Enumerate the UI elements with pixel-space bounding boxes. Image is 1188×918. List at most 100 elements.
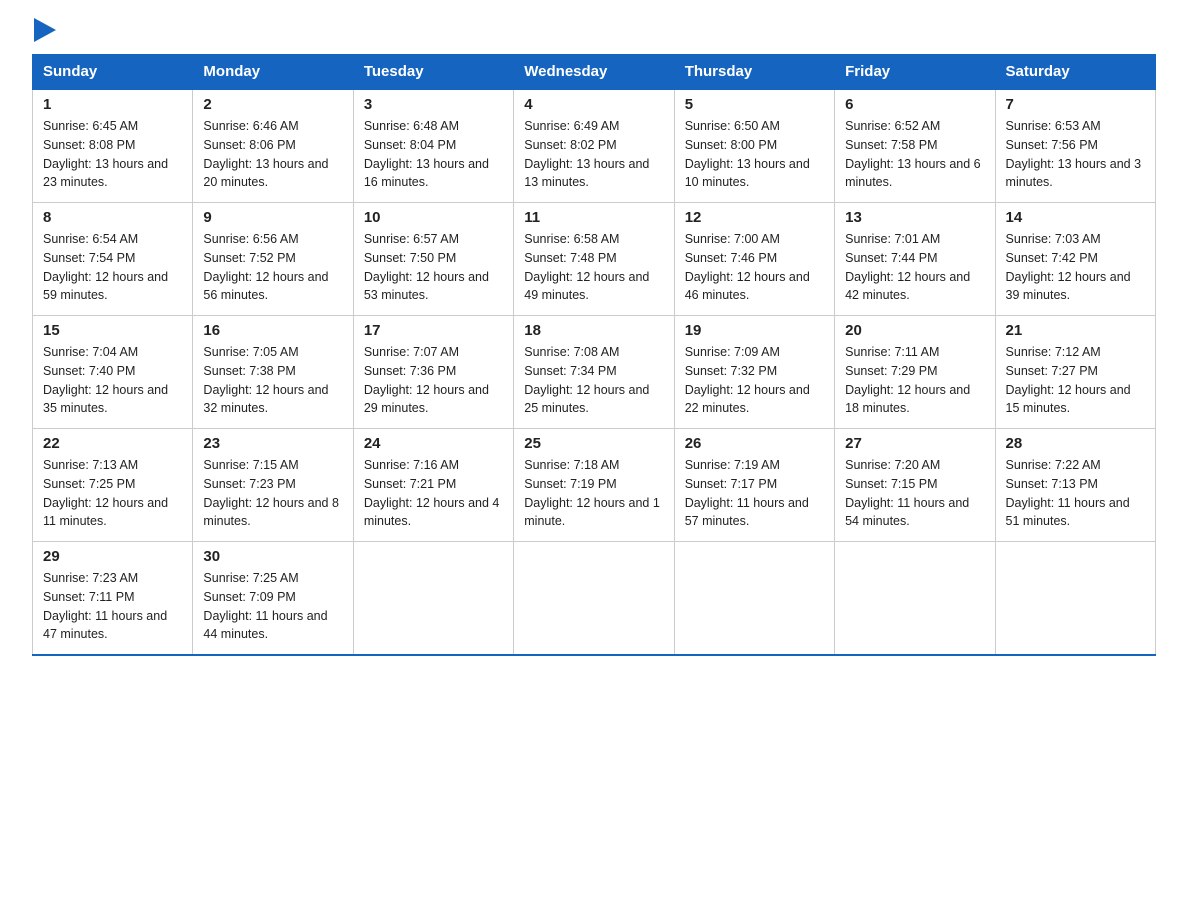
calendar-cell	[514, 542, 674, 656]
day-number: 15	[43, 322, 182, 339]
calendar-cell: 19 Sunrise: 7:09 AM Sunset: 7:32 PM Dayl…	[674, 316, 834, 429]
day-number: 2	[203, 96, 342, 113]
day-info: Sunrise: 6:53 AM Sunset: 7:56 PM Dayligh…	[1006, 117, 1145, 192]
week-row-2: 8 Sunrise: 6:54 AM Sunset: 7:54 PM Dayli…	[33, 203, 1156, 316]
day-info: Sunrise: 6:52 AM Sunset: 7:58 PM Dayligh…	[845, 117, 984, 192]
day-number: 8	[43, 209, 182, 226]
day-info: Sunrise: 7:01 AM Sunset: 7:44 PM Dayligh…	[845, 230, 984, 305]
day-number: 5	[685, 96, 824, 113]
day-info: Sunrise: 6:54 AM Sunset: 7:54 PM Dayligh…	[43, 230, 182, 305]
header-saturday: Saturday	[995, 55, 1155, 90]
day-info: Sunrise: 6:48 AM Sunset: 8:04 PM Dayligh…	[364, 117, 503, 192]
header-friday: Friday	[835, 55, 995, 90]
day-info: Sunrise: 6:58 AM Sunset: 7:48 PM Dayligh…	[524, 230, 663, 305]
day-info: Sunrise: 6:46 AM Sunset: 8:06 PM Dayligh…	[203, 117, 342, 192]
week-row-5: 29 Sunrise: 7:23 AM Sunset: 7:11 PM Dayl…	[33, 542, 1156, 656]
day-info: Sunrise: 6:45 AM Sunset: 8:08 PM Dayligh…	[43, 117, 182, 192]
day-number: 11	[524, 209, 663, 226]
calendar-cell: 17 Sunrise: 7:07 AM Sunset: 7:36 PM Dayl…	[353, 316, 513, 429]
calendar-table: SundayMondayTuesdayWednesdayThursdayFrid…	[32, 54, 1156, 656]
day-info: Sunrise: 7:15 AM Sunset: 7:23 PM Dayligh…	[203, 456, 342, 531]
header-thursday: Thursday	[674, 55, 834, 90]
day-info: Sunrise: 7:25 AM Sunset: 7:09 PM Dayligh…	[203, 569, 342, 644]
calendar-cell: 27 Sunrise: 7:20 AM Sunset: 7:15 PM Dayl…	[835, 429, 995, 542]
day-number: 6	[845, 96, 984, 113]
day-info: Sunrise: 7:18 AM Sunset: 7:19 PM Dayligh…	[524, 456, 663, 531]
calendar-cell: 4 Sunrise: 6:49 AM Sunset: 8:02 PM Dayli…	[514, 89, 674, 203]
day-info: Sunrise: 7:16 AM Sunset: 7:21 PM Dayligh…	[364, 456, 503, 531]
calendar-cell: 10 Sunrise: 6:57 AM Sunset: 7:50 PM Dayl…	[353, 203, 513, 316]
day-number: 29	[43, 548, 182, 565]
day-number: 17	[364, 322, 503, 339]
day-number: 4	[524, 96, 663, 113]
logo	[32, 24, 56, 42]
header-wednesday: Wednesday	[514, 55, 674, 90]
calendar-cell: 18 Sunrise: 7:08 AM Sunset: 7:34 PM Dayl…	[514, 316, 674, 429]
calendar-cell: 6 Sunrise: 6:52 AM Sunset: 7:58 PM Dayli…	[835, 89, 995, 203]
calendar-cell: 1 Sunrise: 6:45 AM Sunset: 8:08 PM Dayli…	[33, 89, 193, 203]
day-info: Sunrise: 6:50 AM Sunset: 8:00 PM Dayligh…	[685, 117, 824, 192]
day-number: 13	[845, 209, 984, 226]
calendar-cell: 26 Sunrise: 7:19 AM Sunset: 7:17 PM Dayl…	[674, 429, 834, 542]
day-info: Sunrise: 7:03 AM Sunset: 7:42 PM Dayligh…	[1006, 230, 1145, 305]
day-number: 23	[203, 435, 342, 452]
day-info: Sunrise: 7:00 AM Sunset: 7:46 PM Dayligh…	[685, 230, 824, 305]
calendar-cell: 21 Sunrise: 7:12 AM Sunset: 7:27 PM Dayl…	[995, 316, 1155, 429]
calendar-cell: 2 Sunrise: 6:46 AM Sunset: 8:06 PM Dayli…	[193, 89, 353, 203]
calendar-cell	[674, 542, 834, 656]
header-row: SundayMondayTuesdayWednesdayThursdayFrid…	[33, 55, 1156, 90]
calendar-cell: 16 Sunrise: 7:05 AM Sunset: 7:38 PM Dayl…	[193, 316, 353, 429]
calendar-cell: 22 Sunrise: 7:13 AM Sunset: 7:25 PM Dayl…	[33, 429, 193, 542]
header-tuesday: Tuesday	[353, 55, 513, 90]
calendar-cell: 24 Sunrise: 7:16 AM Sunset: 7:21 PM Dayl…	[353, 429, 513, 542]
day-number: 12	[685, 209, 824, 226]
calendar-cell	[995, 542, 1155, 656]
day-number: 30	[203, 548, 342, 565]
calendar-cell	[835, 542, 995, 656]
week-row-1: 1 Sunrise: 6:45 AM Sunset: 8:08 PM Dayli…	[33, 89, 1156, 203]
calendar-cell	[353, 542, 513, 656]
calendar-cell: 23 Sunrise: 7:15 AM Sunset: 7:23 PM Dayl…	[193, 429, 353, 542]
day-number: 24	[364, 435, 503, 452]
calendar-cell: 29 Sunrise: 7:23 AM Sunset: 7:11 PM Dayl…	[33, 542, 193, 656]
calendar-cell: 7 Sunrise: 6:53 AM Sunset: 7:56 PM Dayli…	[995, 89, 1155, 203]
calendar-cell: 15 Sunrise: 7:04 AM Sunset: 7:40 PM Dayl…	[33, 316, 193, 429]
calendar-cell: 25 Sunrise: 7:18 AM Sunset: 7:19 PM Dayl…	[514, 429, 674, 542]
day-number: 28	[1006, 435, 1145, 452]
day-number: 27	[845, 435, 984, 452]
day-info: Sunrise: 7:13 AM Sunset: 7:25 PM Dayligh…	[43, 456, 182, 531]
day-number: 10	[364, 209, 503, 226]
day-info: Sunrise: 7:23 AM Sunset: 7:11 PM Dayligh…	[43, 569, 182, 644]
header-monday: Monday	[193, 55, 353, 90]
calendar-cell: 3 Sunrise: 6:48 AM Sunset: 8:04 PM Dayli…	[353, 89, 513, 203]
day-number: 9	[203, 209, 342, 226]
week-row-4: 22 Sunrise: 7:13 AM Sunset: 7:25 PM Dayl…	[33, 429, 1156, 542]
day-info: Sunrise: 6:49 AM Sunset: 8:02 PM Dayligh…	[524, 117, 663, 192]
day-number: 16	[203, 322, 342, 339]
logo-triangle-icon	[34, 18, 56, 42]
day-info: Sunrise: 7:05 AM Sunset: 7:38 PM Dayligh…	[203, 343, 342, 418]
day-number: 25	[524, 435, 663, 452]
day-number: 26	[685, 435, 824, 452]
day-number: 3	[364, 96, 503, 113]
day-info: Sunrise: 7:20 AM Sunset: 7:15 PM Dayligh…	[845, 456, 984, 531]
calendar-cell: 8 Sunrise: 6:54 AM Sunset: 7:54 PM Dayli…	[33, 203, 193, 316]
day-info: Sunrise: 7:12 AM Sunset: 7:27 PM Dayligh…	[1006, 343, 1145, 418]
day-number: 19	[685, 322, 824, 339]
calendar-cell: 12 Sunrise: 7:00 AM Sunset: 7:46 PM Dayl…	[674, 203, 834, 316]
day-info: Sunrise: 6:56 AM Sunset: 7:52 PM Dayligh…	[203, 230, 342, 305]
day-info: Sunrise: 7:04 AM Sunset: 7:40 PM Dayligh…	[43, 343, 182, 418]
day-info: Sunrise: 7:11 AM Sunset: 7:29 PM Dayligh…	[845, 343, 984, 418]
top-section	[32, 24, 1156, 42]
header-sunday: Sunday	[33, 55, 193, 90]
day-info: Sunrise: 7:22 AM Sunset: 7:13 PM Dayligh…	[1006, 456, 1145, 531]
day-info: Sunrise: 7:19 AM Sunset: 7:17 PM Dayligh…	[685, 456, 824, 531]
day-number: 14	[1006, 209, 1145, 226]
day-info: Sunrise: 7:08 AM Sunset: 7:34 PM Dayligh…	[524, 343, 663, 418]
calendar-cell: 28 Sunrise: 7:22 AM Sunset: 7:13 PM Dayl…	[995, 429, 1155, 542]
week-row-3: 15 Sunrise: 7:04 AM Sunset: 7:40 PM Dayl…	[33, 316, 1156, 429]
day-info: Sunrise: 7:07 AM Sunset: 7:36 PM Dayligh…	[364, 343, 503, 418]
day-number: 7	[1006, 96, 1145, 113]
day-number: 21	[1006, 322, 1145, 339]
calendar-cell: 20 Sunrise: 7:11 AM Sunset: 7:29 PM Dayl…	[835, 316, 995, 429]
